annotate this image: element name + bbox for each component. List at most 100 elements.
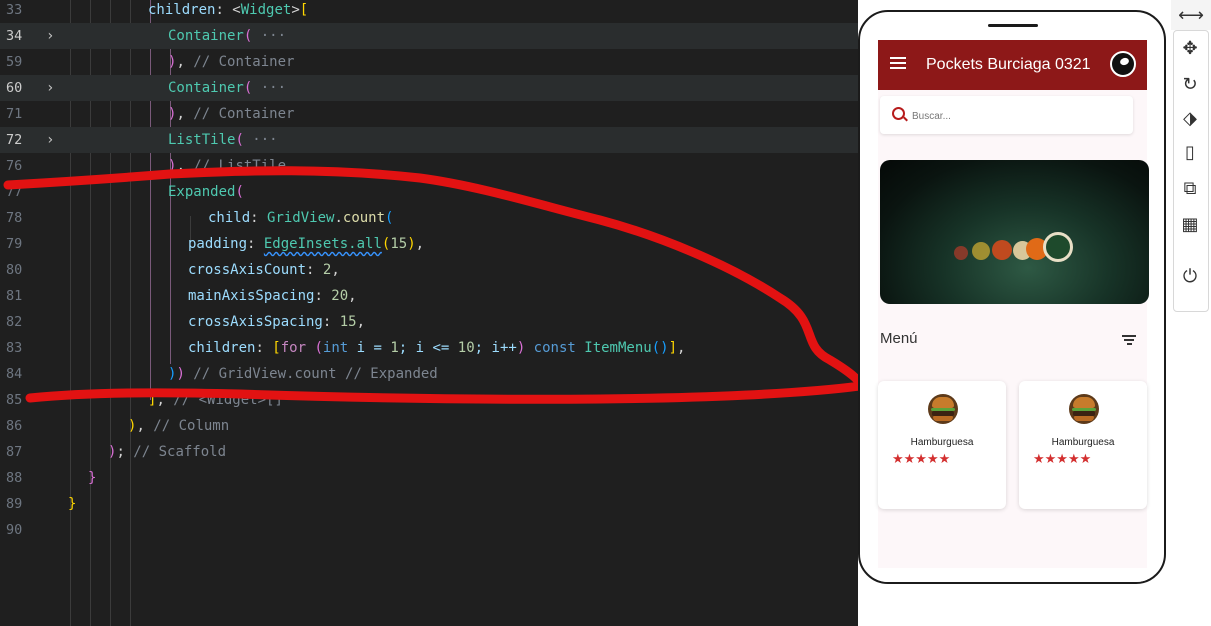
- code-token: :: [306, 262, 323, 278]
- code-line[interactable]: 83 children: [for (int i = 1; i <= 10; i+…: [0, 335, 858, 361]
- code-line[interactable]: 33 children: <Widget>[: [0, 0, 858, 23]
- code-line[interactable]: 72 › ListTile( ···: [0, 127, 858, 153]
- code-token: 10: [457, 340, 475, 356]
- code-token: ,: [677, 340, 686, 356]
- line-number: 81: [6, 288, 23, 304]
- code-line[interactable]: 90: [0, 517, 858, 543]
- code-text: }: [68, 491, 76, 517]
- code-line[interactable]: 89}: [0, 491, 858, 517]
- code-token: :: [247, 236, 264, 252]
- code-line[interactable]: 88}: [0, 465, 858, 491]
- line-number: 88: [6, 470, 23, 486]
- move-icon[interactable]: ✥: [1176, 35, 1204, 63]
- code-line[interactable]: 81 mainAxisSpacing: 20,: [0, 283, 858, 309]
- code-token: GridView: [267, 210, 335, 226]
- code-line[interactable]: 34 › Container( ···: [0, 23, 858, 49]
- fold-chevron-icon[interactable]: ›: [46, 75, 54, 101]
- code-token: [: [272, 340, 281, 356]
- code-token: :: [255, 340, 273, 356]
- filter-icon[interactable]: [1122, 335, 1136, 345]
- billiard-banner-image: [880, 160, 1149, 304]
- code-line[interactable]: 78 child: GridView.count(: [0, 205, 858, 231]
- code-text: Container( ···: [168, 75, 286, 101]
- line-number: 78: [6, 210, 23, 226]
- search-icon: [892, 107, 905, 120]
- qr-code-icon[interactable]: ▦: [1176, 211, 1204, 239]
- code-token: Container: [168, 28, 244, 44]
- code-token: // <Widget>[]: [173, 392, 283, 408]
- billiard-ball: [954, 246, 968, 260]
- code-line[interactable]: 79 padding: EdgeInsets.all(15),: [0, 231, 858, 257]
- code-token: const: [533, 340, 576, 356]
- menu-icon[interactable]: [890, 57, 906, 69]
- code-token: ,: [348, 288, 357, 304]
- code-token: [: [299, 2, 309, 18]
- line-number: 71: [6, 106, 23, 122]
- code-line[interactable]: 82 crossAxisSpacing: 15,: [0, 309, 858, 335]
- line-number: 90: [6, 522, 23, 538]
- code-line[interactable]: 71), // Container: [0, 101, 858, 127]
- billiard-ball-8: [1043, 232, 1073, 262]
- code-token: ): [407, 236, 416, 252]
- rotate-icon[interactable]: ↻: [1176, 71, 1204, 99]
- code-token: crossAxisCount: [188, 262, 307, 278]
- code-token: // Container: [193, 106, 295, 122]
- code-token: ,: [136, 418, 154, 434]
- code-token: children: [148, 2, 216, 18]
- code-token: EdgeInsets.all: [263, 236, 382, 252]
- code-token: (: [235, 184, 244, 200]
- code-line[interactable]: 84)) // GridView.count // Expanded: [0, 361, 858, 387]
- menu-item-card[interactable]: Hamburguesa ★★★★★: [1019, 381, 1147, 509]
- menu-item-card[interactable]: Hamburguesa ★★★★★: [878, 381, 1006, 509]
- code-token: 15: [390, 236, 408, 252]
- rotate-device-icon[interactable]: ⬗: [1176, 105, 1204, 133]
- code-line[interactable]: 59), // Container: [0, 49, 858, 75]
- phone-emulator[interactable]: Pockets Burciaga 0321 Menú Hamburguesa ★…: [858, 10, 1166, 584]
- code-line[interactable]: 86), // Column: [0, 413, 858, 439]
- code-line[interactable]: 60 › Container( ···: [0, 75, 858, 101]
- code-text: crossAxisCount: 2,: [188, 257, 340, 283]
- app-screen: Menú Hamburguesa ★★★★★ Hamburguesa ★★★★★: [878, 90, 1149, 568]
- external-window-icon[interactable]: ⧉: [1176, 175, 1204, 203]
- burger-image: [928, 394, 958, 424]
- line-number: 59: [6, 54, 23, 70]
- code-token: :: [314, 288, 332, 304]
- code-text: )) // GridView.count // Expanded: [168, 361, 438, 387]
- code-line[interactable]: 77 Expanded(: [0, 179, 858, 205]
- code-token: (: [235, 132, 244, 148]
- code-token: crossAxisSpacing: [188, 314, 323, 330]
- search-bar[interactable]: [880, 96, 1133, 134]
- code-line[interactable]: 80 crossAxisCount: 2,: [0, 257, 858, 283]
- code-token: mainAxisSpacing: [188, 288, 315, 304]
- search-input[interactable]: [910, 105, 1114, 127]
- menu-item-name: Hamburguesa: [1051, 437, 1115, 448]
- line-number: 83: [6, 340, 23, 356]
- code-line[interactable]: 87); // Scaffold: [0, 439, 858, 465]
- code-token: ): [516, 340, 534, 356]
- toolbar-body: ✥ ↻ ⬗ ▯ ⧉ ▦ ⏻: [1173, 30, 1209, 312]
- fold-chevron-icon[interactable]: ›: [46, 23, 54, 49]
- code-text: Container( ···: [168, 23, 286, 49]
- code-token: padding: [188, 236, 248, 252]
- code-token: // GridView.count // Expanded: [184, 366, 438, 382]
- line-number: 34: [6, 28, 23, 44]
- billiard-ball-logo-icon: [1110, 51, 1136, 77]
- line-number: 89: [6, 496, 23, 512]
- code-token: count: [342, 210, 386, 226]
- code-line[interactable]: 85], // <Widget>[]: [0, 387, 858, 413]
- menu-item-name: Hamburguesa: [910, 437, 974, 448]
- code-text: ), // ListTile: [168, 153, 286, 179]
- fold-device-icon[interactable]: ▯: [1176, 139, 1204, 167]
- code-token: ; i <=: [398, 340, 458, 356]
- code-token: :: [322, 314, 340, 330]
- billiard-ball: [972, 242, 990, 260]
- code-editor[interactable]: 33 children: <Widget>[34 › Container( ··· 59…: [0, 0, 858, 626]
- code-line[interactable]: 76), // ListTile: [0, 153, 858, 179]
- code-token: 20: [331, 288, 349, 304]
- line-number: 87: [6, 444, 23, 460]
- power-icon[interactable]: ⏻: [1176, 263, 1204, 291]
- code-token: Container: [168, 80, 244, 96]
- resize-horizontal-icon[interactable]: ⟷: [1175, 2, 1207, 30]
- code-text: child: GridView.count(: [208, 205, 393, 231]
- fold-chevron-icon[interactable]: ›: [46, 127, 54, 153]
